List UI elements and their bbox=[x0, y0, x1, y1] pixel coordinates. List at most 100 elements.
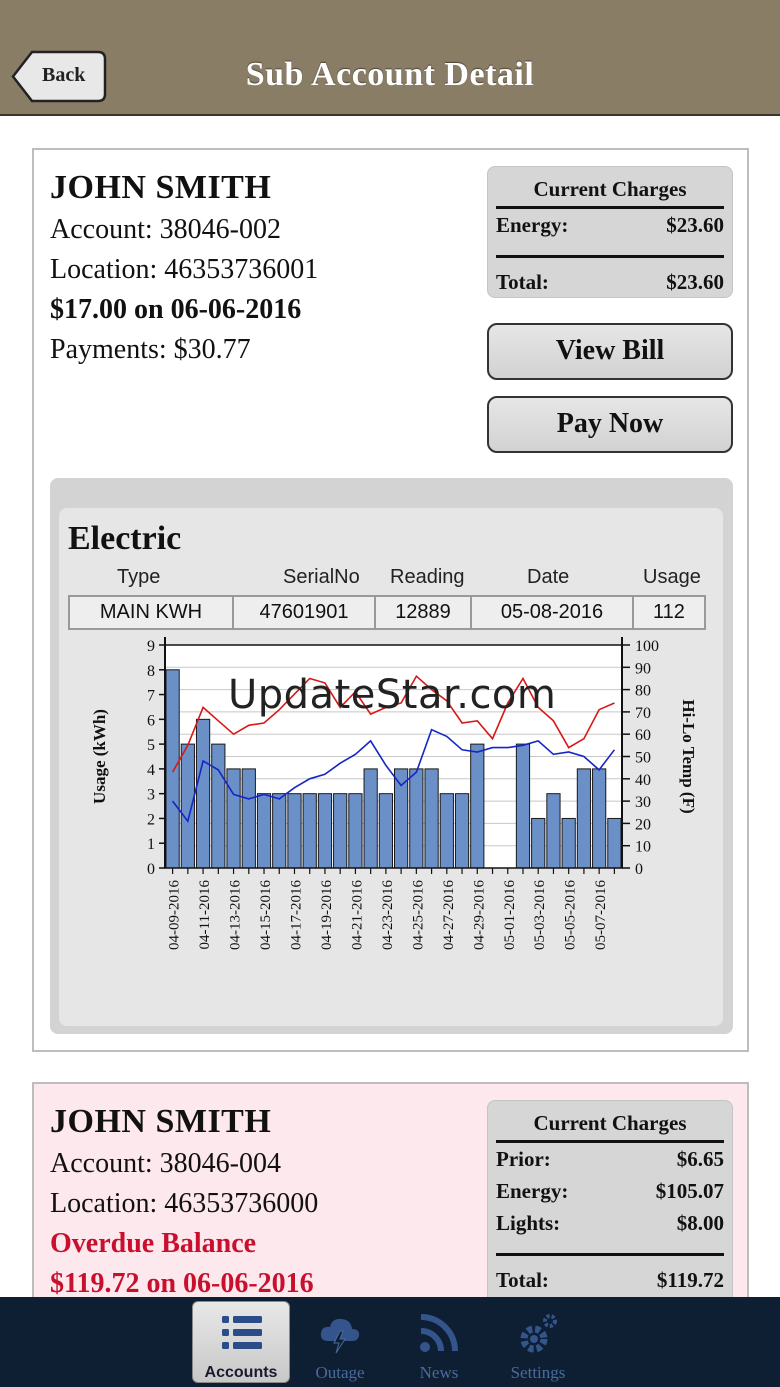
usage-bar bbox=[592, 768, 607, 869]
x-tick-label: 04-29-2016 bbox=[471, 880, 487, 950]
account-holder-name: JOHN SMITH bbox=[50, 169, 272, 206]
account-info: JOHN SMITH Account: 38046-004 Location: … bbox=[50, 1100, 318, 1304]
y-tick-label: 0 bbox=[147, 861, 155, 878]
nav-bar: Back Sub Account Detail bbox=[0, 0, 780, 116]
x-tick-label: 05-03-2016 bbox=[532, 880, 548, 950]
current-charges-title: Current Charges bbox=[533, 177, 687, 201]
y2-tick-label: 80 bbox=[635, 683, 651, 700]
y2-tick-label: 100 bbox=[635, 638, 659, 655]
col-header-usage: Usage bbox=[643, 566, 701, 588]
location-number: Location: 46353736001 bbox=[50, 254, 319, 285]
y2-tick-label: 0 bbox=[635, 861, 643, 878]
usage-bar bbox=[378, 793, 393, 869]
x-tick-label: 04-27-2016 bbox=[441, 880, 457, 950]
cell-type: MAIN KWH bbox=[70, 597, 234, 628]
usage-bar bbox=[439, 793, 454, 869]
usage-bar bbox=[180, 743, 195, 869]
usage-bar bbox=[454, 793, 470, 869]
account-number: Account: 38046-002 bbox=[50, 214, 281, 245]
account-card: JOHN SMITH Account: 38046-002 Location: … bbox=[32, 148, 749, 1052]
usage-bar bbox=[394, 768, 409, 869]
charge-label: Energy: bbox=[496, 1179, 569, 1203]
charge-row-prior: Prior: $6.65 bbox=[488, 1143, 732, 1175]
x-tick-label: 05-07-2016 bbox=[593, 880, 609, 950]
y2-tick-label: 30 bbox=[635, 794, 651, 811]
y2-tick-label: 60 bbox=[635, 727, 651, 744]
usage-bar bbox=[195, 718, 211, 869]
list-icon bbox=[222, 1316, 262, 1349]
overdue-label: Overdue Balance bbox=[50, 1228, 257, 1259]
tab-accounts[interactable]: Accounts bbox=[192, 1301, 290, 1383]
x-tick-label: 04-21-2016 bbox=[349, 880, 365, 950]
x-tick-label: 04-19-2016 bbox=[319, 880, 335, 950]
tab-news[interactable]: News bbox=[390, 1301, 488, 1383]
y-tick-label: 3 bbox=[147, 787, 155, 804]
usage-bar bbox=[607, 817, 622, 869]
amount-due: $17.00 on 06-06-2016 bbox=[50, 294, 302, 325]
storm-cloud-icon bbox=[320, 1318, 360, 1354]
y-tick-label: 9 bbox=[147, 638, 155, 655]
meter-inner: Electric Type SerialNo Reading Date Usag… bbox=[59, 508, 723, 1026]
usage-bar bbox=[241, 768, 256, 869]
usage-bar bbox=[226, 768, 241, 869]
y-tick-label: 1 bbox=[147, 836, 155, 853]
tab-label: Outage bbox=[315, 1363, 365, 1382]
y-tick-label: 8 bbox=[147, 663, 155, 680]
watermark: UpdateStar.com bbox=[228, 672, 557, 718]
usage-bar bbox=[531, 817, 546, 869]
usage-bar bbox=[363, 768, 378, 869]
x-tick-label: 04-25-2016 bbox=[410, 880, 426, 950]
rss-icon bbox=[420, 1314, 458, 1352]
y2-tick-label: 50 bbox=[635, 750, 651, 767]
current-charges-title: Current Charges bbox=[533, 1111, 687, 1135]
total-label: Total: bbox=[496, 1268, 549, 1292]
tab-outage[interactable]: Outage bbox=[291, 1301, 389, 1383]
total-label: Total: bbox=[496, 270, 549, 294]
meter-panel: Electric Type SerialNo Reading Date Usag… bbox=[50, 478, 733, 1034]
x-tick-label: 04-11-2016 bbox=[197, 880, 213, 950]
cell-serial: 47601901 bbox=[234, 597, 376, 628]
usage-bar bbox=[470, 743, 485, 869]
charge-label: Prior: bbox=[496, 1147, 551, 1171]
charge-value: $6.65 bbox=[676, 1147, 724, 1171]
account-number: Account: 38046-004 bbox=[50, 1148, 281, 1179]
col-header-reading: Reading bbox=[390, 566, 465, 588]
y2-axis-title: Hi-Lo Temp (F) bbox=[679, 699, 698, 813]
total-value: $23.60 bbox=[666, 270, 724, 294]
col-header-date: Date bbox=[527, 566, 570, 588]
view-bill-button[interactable]: View Bill bbox=[487, 323, 733, 380]
usage-bar bbox=[561, 817, 576, 869]
account-info: JOHN SMITH Account: 38046-002 Location: … bbox=[50, 166, 318, 370]
current-charges-box: Current Charges Prior: $6.65 Energy: $10… bbox=[487, 1100, 733, 1330]
y-axis-title: Usage (kWh) bbox=[90, 709, 109, 804]
y-tick-label: 4 bbox=[147, 762, 155, 779]
col-header-type: Type bbox=[117, 566, 161, 588]
charge-row-total: Total: $23.60 bbox=[488, 266, 732, 298]
pay-now-button[interactable]: Pay Now bbox=[487, 396, 733, 453]
payments-total: Payments: $30.77 bbox=[50, 334, 251, 365]
usage-bar bbox=[211, 743, 226, 869]
cell-reading: 12889 bbox=[376, 597, 472, 628]
x-tick-label: 04-23-2016 bbox=[380, 880, 396, 950]
usage-bar bbox=[409, 768, 424, 869]
tab-settings[interactable]: Settings bbox=[489, 1301, 587, 1383]
charge-value: $23.60 bbox=[666, 213, 724, 237]
x-tick-label: 04-09-2016 bbox=[167, 880, 183, 950]
meter-title: Electric bbox=[68, 520, 182, 557]
charge-row-total: Total: $119.72 bbox=[488, 1264, 732, 1296]
charge-label: Energy: bbox=[496, 213, 569, 237]
usage-bar bbox=[546, 793, 561, 869]
total-value: $119.72 bbox=[656, 1268, 724, 1292]
charge-row-energy: Energy: $23.60 bbox=[488, 209, 732, 241]
y2-tick-label: 10 bbox=[635, 839, 651, 856]
y-tick-label: 2 bbox=[147, 811, 155, 828]
tab-label: Accounts bbox=[204, 1364, 278, 1381]
charge-value: $8.00 bbox=[676, 1211, 724, 1235]
account-holder-name: JOHN SMITH bbox=[50, 1103, 272, 1140]
location-number: Location: 46353736000 bbox=[50, 1188, 319, 1219]
usage-bar bbox=[515, 743, 531, 869]
usage-bar bbox=[424, 768, 439, 869]
y2-tick-label: 20 bbox=[635, 816, 651, 833]
usage-bar bbox=[256, 793, 272, 869]
charge-row-energy: Energy: $105.07 bbox=[488, 1175, 732, 1207]
